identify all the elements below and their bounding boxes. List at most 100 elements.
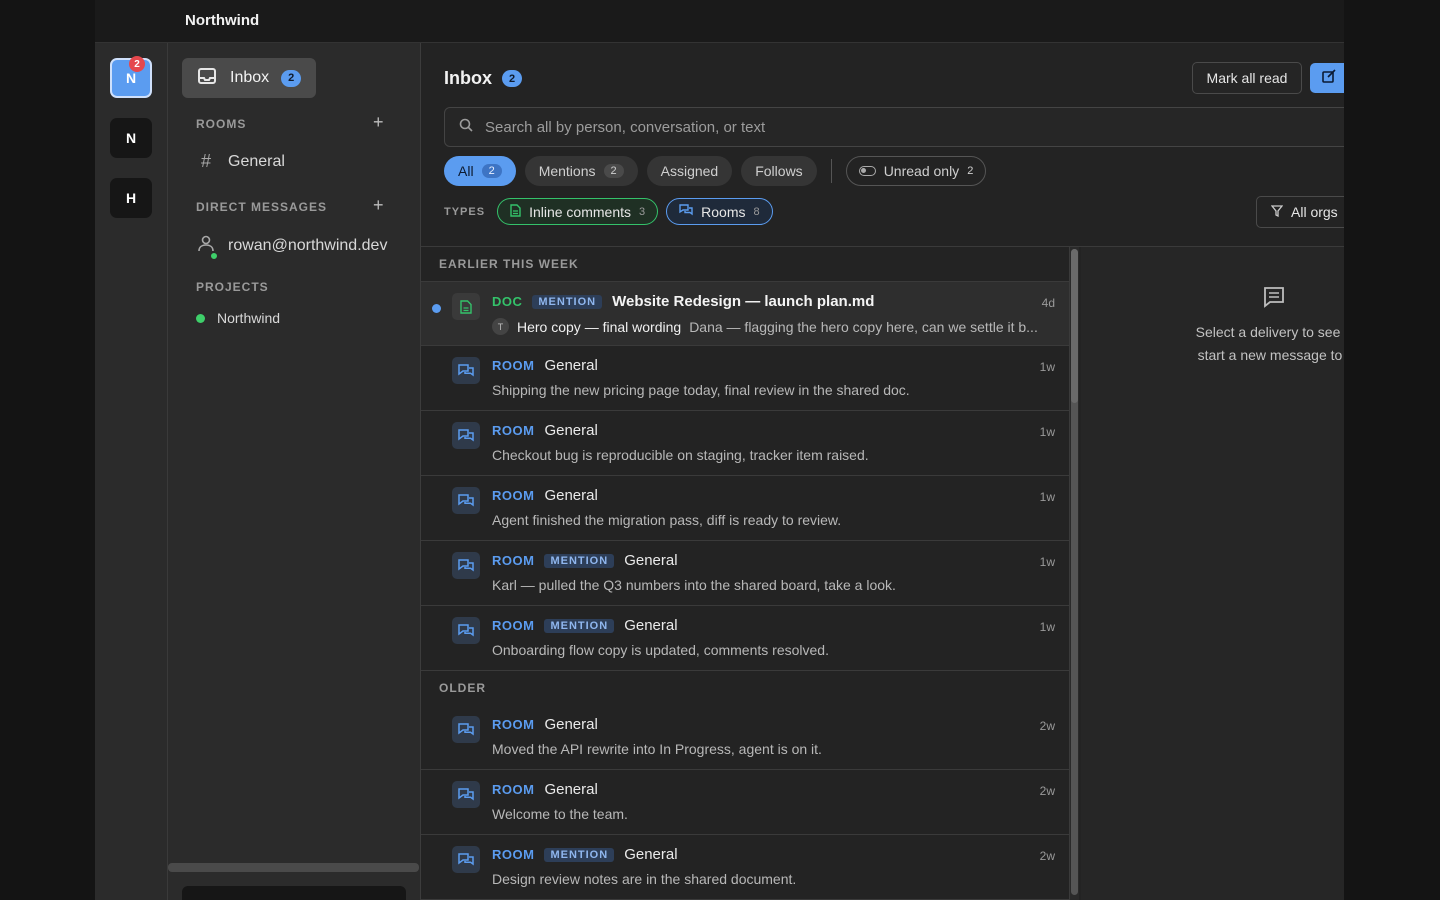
org-switch-h[interactable]: H bbox=[110, 178, 152, 218]
kind-label: ROOM bbox=[492, 717, 535, 732]
add-dm-button[interactable]: + bbox=[373, 195, 384, 216]
item-title: General bbox=[544, 781, 598, 798]
scrollbar-thumb[interactable] bbox=[1071, 249, 1078, 403]
message-icon bbox=[1263, 286, 1285, 313]
list-item[interactable]: ROOM MENTION General 1w Onboarding flow copy… bbox=[421, 606, 1069, 671]
list-item[interactable]: DOC MENTION Website Redesign — launch plan… bbox=[421, 281, 1069, 346]
type-filter-rooms[interactable]: Rooms 8 bbox=[666, 198, 773, 225]
chat-icon bbox=[452, 422, 480, 449]
projects-heading: PROJECTS bbox=[196, 280, 269, 294]
unread-dot bbox=[432, 304, 441, 313]
item-preview: Design review notes are in the shared do… bbox=[492, 871, 797, 887]
sidebar-item-label: rowan@northwind.dev bbox=[228, 236, 388, 254]
item-title: General bbox=[624, 552, 678, 569]
org-letter: N bbox=[125, 70, 137, 86]
item-preview: Checkout bug is reproducible on staging,… bbox=[492, 447, 869, 463]
unread-only-toggle[interactable]: Unread only 2 bbox=[845, 156, 987, 186]
mark-all-read-button[interactable]: Mark all read bbox=[1192, 62, 1302, 94]
search-field[interactable] bbox=[444, 107, 1344, 147]
document-icon bbox=[510, 203, 521, 220]
kind-label: ROOM bbox=[492, 618, 535, 633]
item-time: 2w bbox=[1039, 784, 1055, 798]
sidebar-item-project-northwind[interactable]: Northwind bbox=[196, 310, 280, 326]
sidebar-scrollbar[interactable] bbox=[168, 863, 419, 872]
list-item[interactable]: ROOM MENTION General 1w Karl — pulled the Q3… bbox=[421, 541, 1069, 606]
item-title: General bbox=[624, 617, 678, 634]
item-time: 1w bbox=[1039, 490, 1055, 504]
item-title: General bbox=[544, 487, 598, 504]
item-preview: Welcome to the team. bbox=[492, 806, 628, 822]
item-time: 1w bbox=[1039, 620, 1055, 634]
chat-icon bbox=[452, 357, 480, 384]
list-scrollbar[interactable] bbox=[1069, 247, 1079, 900]
user-card[interactable] bbox=[182, 886, 406, 900]
sidebar-item-label: Northwind bbox=[217, 310, 281, 326]
list-item[interactable]: ROOM General 1w Agent finished the migratio… bbox=[421, 476, 1069, 541]
filter-assigned[interactable]: Assigned bbox=[646, 156, 733, 186]
item-time: 1w bbox=[1039, 555, 1055, 569]
empty-state-text: Select a delivery to see its conte start… bbox=[1136, 321, 1344, 367]
filter-mentions[interactable]: Mentions 2 bbox=[524, 156, 638, 186]
item-time: 4d bbox=[1041, 296, 1055, 310]
sidebar-item-dm-rowan[interactable]: rowan@northwind.dev bbox=[196, 234, 388, 260]
item-title: General bbox=[544, 716, 598, 733]
all-orgs-dropdown[interactable]: All orgs bbox=[1256, 196, 1344, 228]
filter-count: 2 bbox=[967, 165, 974, 177]
kind-label: DOC bbox=[492, 294, 523, 309]
list-item[interactable]: ROOM MENTION General 2w Design review notes … bbox=[421, 835, 1069, 900]
group-heading: OLDER bbox=[439, 681, 486, 695]
item-title: General bbox=[624, 846, 678, 863]
mention-tag: MENTION bbox=[532, 294, 603, 309]
compose-icon bbox=[1322, 68, 1336, 88]
sidebar-item-inbox[interactable]: Inbox 2 bbox=[182, 58, 316, 98]
all-orgs-label: All orgs bbox=[1291, 204, 1338, 220]
online-status-dot bbox=[210, 252, 218, 260]
filter-icon bbox=[1270, 204, 1284, 220]
inbox-count-badge: 2 bbox=[281, 69, 302, 87]
sidebar-item-general[interactable]: # General bbox=[196, 151, 285, 172]
add-room-button[interactable]: + bbox=[373, 112, 384, 133]
filter-all[interactable]: All 2 bbox=[444, 156, 516, 186]
search-input[interactable] bbox=[485, 118, 1185, 136]
org-letter: N bbox=[125, 130, 137, 146]
delivery-list: EARLIER THIS WEEK DOC MENTION Website Redes… bbox=[421, 247, 1069, 900]
list-item[interactable]: ROOM General 2w Moved the API rewrite into … bbox=[421, 705, 1069, 770]
page-title: Inbox bbox=[444, 68, 492, 88]
search-icon bbox=[459, 118, 473, 137]
filter-follows[interactable]: Follows bbox=[741, 156, 817, 186]
filter-label: Unread only bbox=[883, 163, 960, 179]
item-time: 1w bbox=[1039, 425, 1055, 439]
filter-label: All bbox=[458, 163, 474, 179]
org-switch-n[interactable]: N bbox=[110, 118, 152, 158]
kind-label: ROOM bbox=[492, 847, 535, 862]
type-label: Rooms bbox=[701, 203, 746, 220]
type-filter-inline-comments[interactable]: Inline comments 3 bbox=[497, 198, 659, 225]
filter-label: Assigned bbox=[660, 163, 719, 179]
empty-state-line: start a new message to pick a d bbox=[1197, 347, 1344, 363]
document-icon bbox=[452, 293, 480, 320]
sidebar-item-label: General bbox=[228, 152, 285, 170]
filter-count: 2 bbox=[481, 164, 502, 178]
user-icon bbox=[196, 234, 218, 260]
item-title: General bbox=[544, 422, 598, 439]
compose-button[interactable] bbox=[1310, 63, 1344, 93]
item-preview: Onboarding flow copy is updated, comment… bbox=[492, 642, 829, 658]
filter-bar: All 2 Mentions 2 Assigned Follows Unread… bbox=[444, 156, 995, 186]
list-item[interactable]: ROOM General 2w Welcome to the team. bbox=[421, 770, 1069, 835]
org-switch-northwind[interactable]: N 2 bbox=[110, 56, 152, 98]
mention-tag: MENTION bbox=[544, 553, 615, 568]
filter-divider bbox=[830, 159, 832, 183]
hash-icon: # bbox=[200, 151, 211, 171]
item-preview: Shipping the new pricing page today, fin… bbox=[492, 382, 910, 398]
types-label: TYPES bbox=[444, 205, 486, 218]
kind-label: ROOM bbox=[492, 488, 535, 503]
inbox-count-badge: 2 bbox=[502, 70, 522, 87]
inbox-icon bbox=[198, 67, 216, 89]
app-window: Northwind N 2 N H Inbox 2 ROOMS + # Gene… bbox=[95, 0, 1344, 900]
rooms-heading: ROOMS bbox=[196, 117, 247, 131]
mention-tag: MENTION bbox=[544, 847, 615, 862]
group-heading: EARLIER THIS WEEK bbox=[439, 257, 579, 271]
list-item[interactable]: ROOM General 1w Shipping the new pricing pa… bbox=[421, 346, 1069, 411]
list-item[interactable]: ROOM General 1w Checkout bug is reproducibl… bbox=[421, 411, 1069, 476]
chat-icon bbox=[452, 781, 480, 808]
